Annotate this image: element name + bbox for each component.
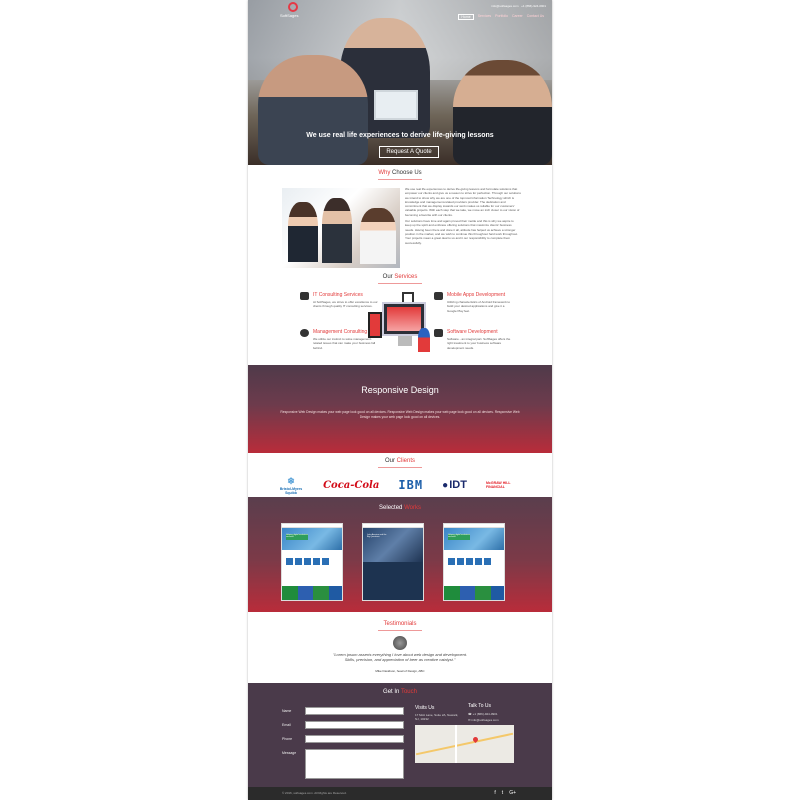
clients-title: Our Clients <box>384 458 415 464</box>
location-map[interactable] <box>415 725 514 763</box>
top-phone[interactable]: +1 (866)-924-0901 <box>521 4 546 8</box>
responsive-title: Responsive Design <box>361 385 439 395</box>
hero-laptop <box>374 90 418 120</box>
work-heading: Helping digital marketers succeed <box>448 534 471 540</box>
email-field[interactable] <box>305 721 404 729</box>
hero-photo-man-glasses <box>258 55 368 165</box>
divider <box>378 465 422 468</box>
message-label: Message <box>282 751 297 755</box>
chart-pie-icon <box>300 329 309 337</box>
contact-title: Get In Touch <box>383 689 417 695</box>
work-heading: Latin America and the Big Questions <box>367 534 387 538</box>
facebook-icon[interactable]: f <box>494 790 495 796</box>
client-logos: Bristol-Myers Squibb Coca-Cola IBM IDT M… <box>278 474 522 496</box>
why-title: Why Choose Us <box>378 170 422 176</box>
talk-title: Talk To Us <box>468 703 491 709</box>
top-contact: info@softsages.com +1 (866)-924-0901 <box>491 4 546 8</box>
responsive-section: Responsive Design Responsive Web Design … <box>248 365 552 453</box>
works-title: Selected Works <box>379 505 421 511</box>
address: 17 Mott Lane, Suite 2A, Newark, NJ, 1023… <box>415 713 459 721</box>
why-photo <box>282 188 400 268</box>
testimonial-author: Mike Davidson, head of Design, ABC <box>375 669 425 673</box>
nav-services[interactable]: Services <box>478 14 491 20</box>
nav-career[interactable]: Career <box>512 14 523 20</box>
contact-phone[interactable]: ☎ +1 (866)-924-0901 <box>468 712 498 716</box>
main-nav: Home Services Portfolio Career Contact U… <box>458 14 544 20</box>
divider <box>378 281 422 284</box>
name-label: Name <box>282 709 292 713</box>
twitter-icon[interactable]: t <box>502 790 503 796</box>
top-email[interactable]: info@softsages.com <box>491 4 518 8</box>
client-logo-bms: Bristol-Myers Squibb <box>278 476 304 495</box>
why-text: We use real life experiences to derive l… <box>405 187 521 245</box>
testimonials-title: Testimonials <box>383 621 417 627</box>
avatar <box>393 636 407 650</box>
phone-field[interactable] <box>305 735 404 743</box>
responsive-text: Responsive Web Design makes your web pag… <box>280 410 520 419</box>
message-field[interactable] <box>305 749 404 779</box>
services-illustration <box>368 288 434 354</box>
google-plus-icon[interactable]: G+ <box>509 790 516 796</box>
mobile-icon <box>434 292 443 300</box>
footer: © 2016, softsages.com. All Rights are Re… <box>248 787 552 800</box>
testimonial-quote: "Lorem ipsum asserts everything I love a… <box>332 652 468 662</box>
contact-email[interactable]: ✉ info@softsages.com <box>468 718 499 722</box>
copyright: © 2016, softsages.com. All Rights are Re… <box>282 791 347 795</box>
name-field[interactable] <box>305 707 404 715</box>
divider <box>378 177 422 180</box>
client-logo-mcgrawhill: McGRAW HILL FINANCIAL <box>485 481 511 489</box>
visit-title: Visits Us <box>415 705 435 711</box>
nav-contact[interactable]: Contact Us <box>527 14 544 20</box>
hero-photo-woman <box>453 60 552 165</box>
logo-text[interactable]: SoftSages <box>280 13 298 18</box>
email-label: Email <box>282 723 291 727</box>
hero-section: SoftSages info@softsages.com +1 (866)-92… <box>248 0 552 165</box>
client-logo-idt: IDT <box>442 479 467 491</box>
work-card[interactable]: Latin America and the Big Questions <box>362 523 424 601</box>
client-logo-ibm: IBM <box>398 478 424 492</box>
divider <box>378 628 422 631</box>
logo-icon[interactable] <box>288 2 298 12</box>
nav-home[interactable]: Home <box>458 14 474 20</box>
nav-portfolio[interactable]: Portfolio <box>495 14 508 20</box>
network-icon <box>300 292 309 300</box>
client-logo-cocacola: Coca-Cola <box>323 479 380 491</box>
hero-tagline: We use real life experiences to derive l… <box>306 132 494 139</box>
contact-section: Get In Touch Name Email Phone Message Vi… <box>248 683 552 787</box>
website-page: SoftSages info@softsages.com +1 (866)-92… <box>248 0 552 800</box>
top-bar: SoftSages info@softsages.com +1 (866)-92… <box>248 0 552 22</box>
social-links: f t G+ <box>494 790 516 796</box>
works-section: Selected Works Helping digital marketers… <box>248 497 552 612</box>
work-heading: Helping digital marketers succeed <box>286 534 309 540</box>
laptop-icon <box>434 329 443 337</box>
request-quote-button[interactable]: Request A Quote <box>379 146 439 158</box>
work-card[interactable]: Helping digital marketers succeed <box>281 523 343 601</box>
work-card[interactable]: Helping digital marketers succeed <box>443 523 505 601</box>
services-title: Our Services <box>382 274 418 280</box>
phone-label: Phone <box>282 737 293 741</box>
